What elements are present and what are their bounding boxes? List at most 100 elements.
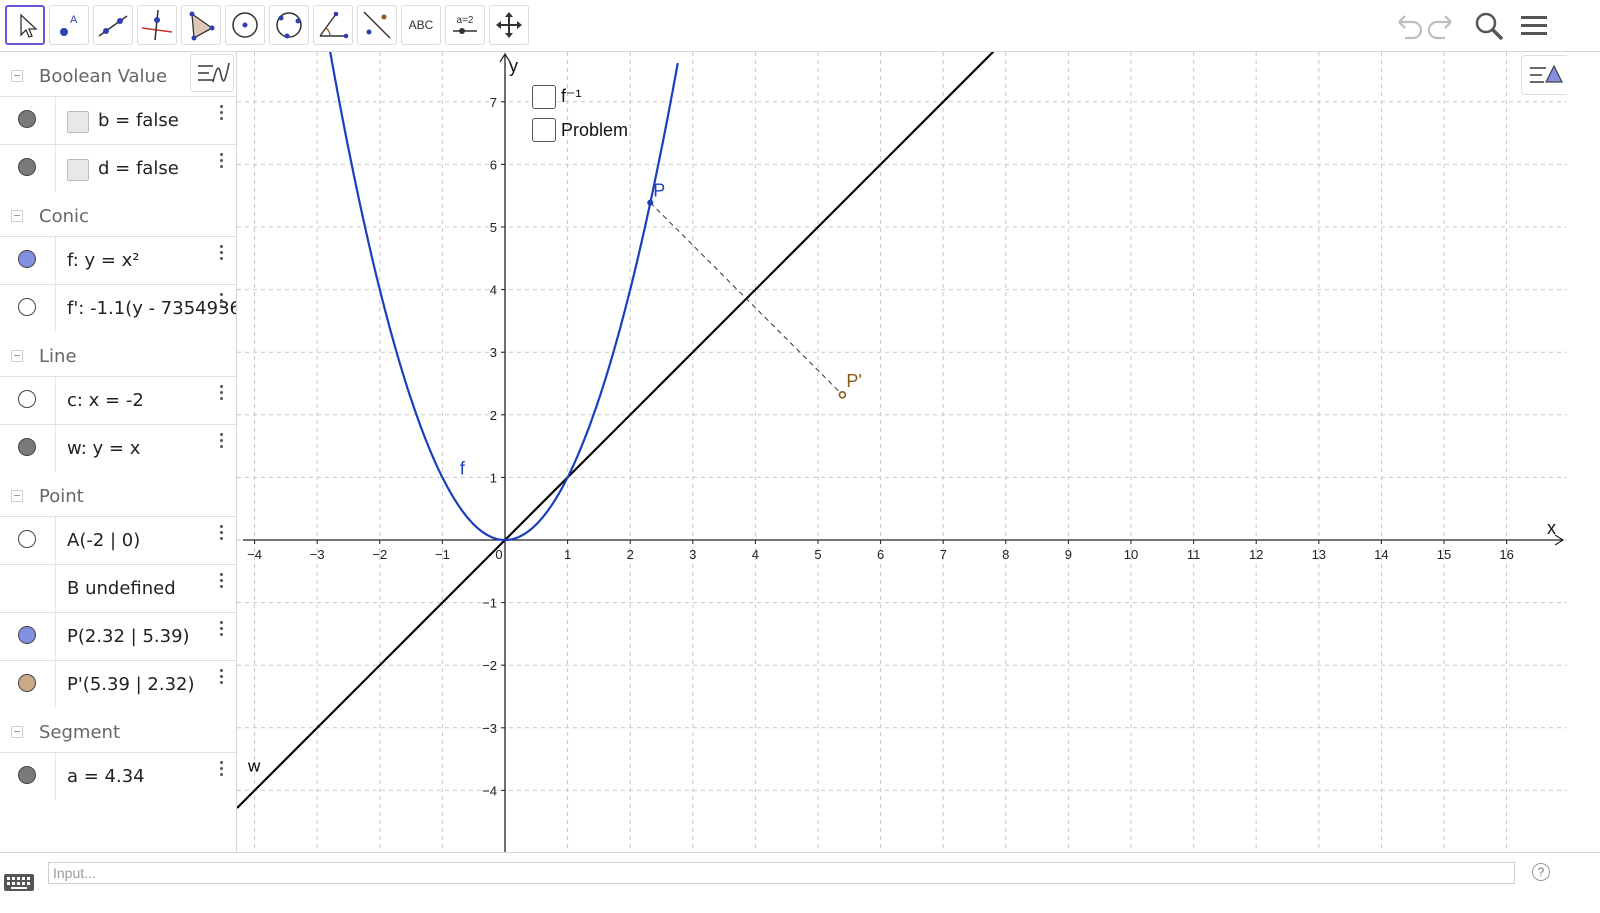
text-tool[interactable]: ABC xyxy=(401,5,441,45)
keyboard-button[interactable] xyxy=(4,872,34,892)
line-w[interactable] xyxy=(237,52,995,809)
algebra-item[interactable]: P'(5.39 | 2.32) xyxy=(0,660,236,708)
algebra-item-text[interactable]: w: y = x xyxy=(67,438,140,459)
algebra-item[interactable]: d = false xyxy=(0,144,236,192)
more-options-icon[interactable] xyxy=(216,667,226,691)
more-options-icon[interactable] xyxy=(216,243,226,267)
x-tick-label: 1 xyxy=(564,547,571,562)
visibility-toggle-icon[interactable] xyxy=(18,250,36,268)
point-P-prime[interactable] xyxy=(838,390,847,399)
algebra-item[interactable]: f': -1.1(y - 7354936 xyxy=(0,284,236,332)
x-tick-label: 10 xyxy=(1124,547,1138,562)
move-graphics-tool[interactable] xyxy=(489,5,529,45)
point-icon: A xyxy=(60,14,78,36)
algebra-item[interactable]: A(-2 | 0) xyxy=(0,516,236,564)
x-tick-label: 4 xyxy=(752,547,759,562)
algebra-item-text[interactable]: f: y = x² xyxy=(67,250,140,271)
group-header-conic[interactable]: Conic xyxy=(0,194,236,238)
checkbox-problem[interactable] xyxy=(532,118,556,142)
algebra-item-text[interactable]: c: x = -2 xyxy=(67,390,144,411)
checkbox-f-inverse[interactable] xyxy=(532,85,556,109)
polygon-tool[interactable] xyxy=(181,5,221,45)
algebra-item-text[interactable]: a = 4.34 xyxy=(67,766,145,787)
algebra-item-text[interactable]: b = false xyxy=(98,110,179,131)
algebra-item[interactable]: f: y = x² xyxy=(0,236,236,284)
visibility-toggle-icon[interactable] xyxy=(18,390,36,408)
algebra-item-text[interactable]: B undefined xyxy=(67,578,176,599)
graphics-view[interactable]: −4 −3 −2 −1 0 1 2 3 4 5 6 7 8 9 10 11 12 13 14 15 16−4−3−2−1… xyxy=(237,52,1567,852)
collapse-icon[interactable] xyxy=(11,210,23,222)
visibility-toggle-icon[interactable] xyxy=(18,158,36,176)
reflect-tool[interactable] xyxy=(357,5,397,45)
visibility-toggle-icon[interactable] xyxy=(18,674,36,692)
algebra-item[interactable]: B undefined xyxy=(0,564,236,612)
algebra-item-text[interactable]: P(2.32 | 5.39) xyxy=(67,626,190,647)
search-button[interactable] xyxy=(1471,8,1507,44)
item-divider xyxy=(55,661,56,708)
algebra-input-field[interactable]: Input... xyxy=(48,862,1515,884)
x-tick-label: 8 xyxy=(1002,547,1009,562)
algebra-item-text[interactable]: A(-2 | 0) xyxy=(67,530,140,551)
group-header-point[interactable]: Point xyxy=(0,474,236,518)
collapse-icon[interactable] xyxy=(11,350,23,362)
y-tick-label: 4 xyxy=(490,283,497,298)
boolean-checkbox[interactable] xyxy=(67,159,89,181)
algebra-item-text[interactable]: f': -1.1(y - 7354936 xyxy=(67,298,236,319)
input-bar: Input... ? xyxy=(0,852,1600,913)
more-options-icon[interactable] xyxy=(216,523,226,547)
visibility-toggle-icon[interactable] xyxy=(18,626,36,644)
circle-three-points-tool[interactable] xyxy=(269,5,309,45)
perpendicular-line-tool[interactable] xyxy=(137,5,177,45)
redo-button[interactable] xyxy=(1425,8,1461,44)
point-P-label: P xyxy=(653,181,665,201)
visibility-toggle-icon[interactable] xyxy=(18,530,36,548)
group-title: Conic xyxy=(39,206,89,227)
visibility-toggle-icon[interactable] xyxy=(18,438,36,456)
y-tick-label: 6 xyxy=(490,157,497,172)
x-tick-label: 6 xyxy=(877,547,884,562)
main-menu-button[interactable] xyxy=(1517,8,1553,44)
y-tick-label: 7 xyxy=(490,95,497,110)
circle-center-point-tool[interactable] xyxy=(225,5,265,45)
more-options-icon[interactable] xyxy=(216,619,226,643)
algebra-item-text[interactable]: P'(5.39 | 2.32) xyxy=(67,674,195,695)
algebra-item-text[interactable]: d = false xyxy=(98,158,179,179)
more-options-icon[interactable] xyxy=(216,759,226,783)
algebra-item[interactable]: c: x = -2 xyxy=(0,376,236,424)
visibility-toggle-icon[interactable] xyxy=(18,298,36,316)
x-tick-label: 2 xyxy=(627,547,634,562)
collapse-icon[interactable] xyxy=(11,70,23,82)
point-tool[interactable]: A xyxy=(49,5,89,45)
visibility-toggle-icon[interactable] xyxy=(18,766,36,784)
graphics-style-bar-button[interactable] xyxy=(1521,55,1567,95)
item-divider xyxy=(55,425,56,472)
undo-button[interactable] xyxy=(1389,8,1425,44)
collapse-icon[interactable] xyxy=(11,490,23,502)
more-options-icon[interactable] xyxy=(216,431,226,455)
group-header-boolean-value[interactable]: Boolean Value xyxy=(0,54,236,98)
more-options-icon[interactable] xyxy=(216,291,226,315)
more-options-icon[interactable] xyxy=(216,571,226,595)
help-button[interactable]: ? xyxy=(1532,863,1550,881)
x-tick-label: 5 xyxy=(814,547,821,562)
more-options-icon[interactable] xyxy=(216,151,226,175)
line-tool[interactable] xyxy=(93,5,133,45)
visibility-toggle-icon[interactable] xyxy=(18,110,36,128)
angle-tool[interactable] xyxy=(313,5,353,45)
x-tick-label: 14 xyxy=(1374,547,1388,562)
algebra-item[interactable]: w: y = x xyxy=(0,424,236,472)
x-tick-label: 16 xyxy=(1499,547,1513,562)
boolean-checkbox[interactable] xyxy=(67,111,89,133)
group-title: Segment xyxy=(39,722,120,743)
algebra-item[interactable]: a = 4.34 xyxy=(0,752,236,800)
slider-tool[interactable]: a=2 xyxy=(445,5,485,45)
more-options-icon[interactable] xyxy=(216,383,226,407)
move-tool[interactable] xyxy=(5,5,45,45)
group-header-segment[interactable]: Segment xyxy=(0,710,236,754)
algebra-item[interactable]: b = false xyxy=(0,96,236,144)
collapse-icon[interactable] xyxy=(11,726,23,738)
more-options-icon[interactable] xyxy=(216,103,226,127)
algebra-item[interactable]: P(2.32 | 5.39) xyxy=(0,612,236,660)
function-f-label: f xyxy=(460,458,466,478)
group-header-line[interactable]: Line xyxy=(0,334,236,378)
